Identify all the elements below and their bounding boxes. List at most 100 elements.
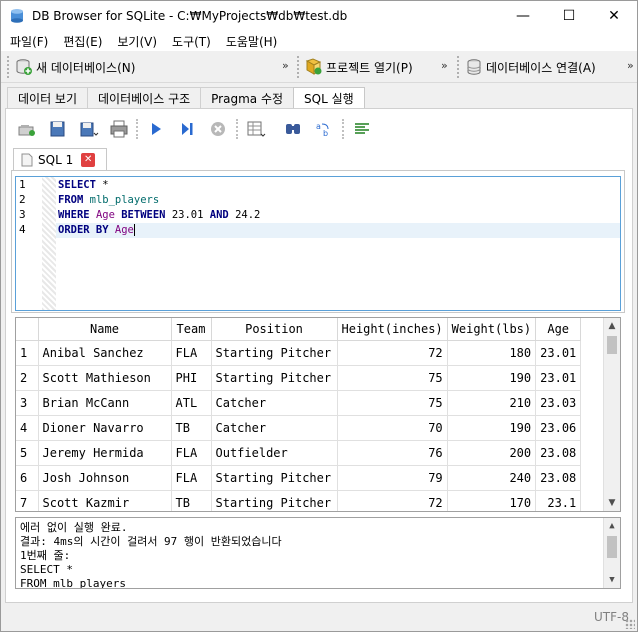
cell-name[interactable]: Brian McCann [38, 390, 172, 416]
cell-name[interactable]: Josh Johnson [38, 465, 172, 491]
resize-grip-icon[interactable] [625, 619, 635, 629]
toolbar-overflow-chevron[interactable]: » [627, 59, 634, 72]
cell-team[interactable]: PHI [171, 365, 212, 391]
cell-team[interactable]: TB [171, 490, 212, 511]
scroll-down-icon[interactable]: ▼ [604, 572, 620, 588]
results-grid[interactable]: Name Team Position Height(inches) Weight… [15, 317, 621, 512]
cell-name[interactable]: Scott Mathieson [38, 365, 172, 391]
cell-name[interactable]: Anibal Sanchez [38, 340, 172, 366]
find-text-button[interactable] [283, 119, 303, 139]
table-row[interactable]: 2 Scott Mathieson PHI Starting Pitcher 7… [16, 365, 582, 391]
close-window-button[interactable]: ✕ [591, 1, 637, 31]
open-sql-file-button[interactable] [48, 119, 68, 139]
tab-browse-data[interactable]: 데이터 보기 [7, 87, 89, 108]
cell-position[interactable]: Starting Pitcher [211, 490, 338, 511]
column-header-height[interactable]: Height(inches) [337, 318, 448, 341]
table-row[interactable]: 4 Dioner Navarro TB Catcher 70 190 23.06 [16, 415, 582, 441]
cell-age[interactable]: 23.08 [535, 465, 582, 491]
cell-weight[interactable]: 200 [447, 440, 537, 466]
cell-team[interactable]: TB [171, 415, 212, 441]
table-row[interactable]: 1 Anibal Sanchez FLA Starting Pitcher 72… [16, 340, 582, 366]
cell-position[interactable]: Catcher [211, 415, 338, 441]
cell-team[interactable]: FLA [171, 465, 212, 491]
cell-position[interactable]: Starting Pitcher [211, 340, 338, 366]
results-table: Name Team Position Height(inches) Weight… [16, 318, 582, 511]
execute-all-button[interactable] [146, 119, 166, 139]
message-scrollbar[interactable]: ▲ ▼ [603, 518, 620, 588]
menu-file[interactable]: 파일(F) [5, 31, 53, 51]
tab-edit-pragmas[interactable]: Pragma 수정 [200, 87, 295, 108]
toolbar-overflow-chevron[interactable]: » [282, 59, 289, 72]
cell-height[interactable]: 75 [337, 365, 448, 391]
cell-age[interactable]: 23.1 [535, 490, 582, 511]
execute-current-line-button[interactable] [177, 119, 197, 139]
sql-keyword: ORDER BY [58, 224, 109, 236]
cell-team[interactable]: FLA [171, 440, 212, 466]
cell-age[interactable]: 23.03 [535, 390, 582, 416]
cell-age[interactable]: 23.01 [535, 365, 582, 391]
cell-height[interactable]: 79 [337, 465, 448, 491]
cell-position[interactable]: Catcher [211, 390, 338, 416]
open-tab-button[interactable] [17, 119, 37, 139]
save-sql-file-button[interactable] [79, 119, 99, 139]
table-row[interactable]: 6 Josh Johnson FLA Starting Pitcher 79 2… [16, 465, 582, 491]
menu-edit[interactable]: 편집(E) [58, 31, 107, 51]
menu-tools[interactable]: 도구(T) [167, 31, 216, 51]
comment-lines-button[interactable] [352, 119, 372, 139]
stop-execution-button[interactable] [208, 119, 228, 139]
cell-team[interactable]: FLA [171, 340, 212, 366]
cell-height[interactable]: 70 [337, 415, 448, 441]
cell-weight[interactable]: 210 [447, 390, 537, 416]
cell-height[interactable]: 76 [337, 440, 448, 466]
scroll-down-icon[interactable]: ▼ [604, 495, 620, 511]
results-scrollbar[interactable]: ▲ ▼ [603, 318, 620, 511]
table-row[interactable]: 7 Scott Kazmir TB Starting Pitcher 72 17… [16, 490, 582, 511]
new-database-button[interactable]: 새 데이터베이스(N) [15, 55, 135, 79]
toolbar-overflow-chevron[interactable]: » [441, 59, 448, 72]
print-button[interactable] [109, 119, 129, 139]
scroll-up-icon[interactable]: ▲ [604, 318, 620, 334]
cell-weight[interactable]: 190 [447, 365, 537, 391]
execution-message-pane[interactable]: 에러 없이 실행 완료. 결과: 4ms의 시간이 걸려서 97 행이 반환되었… [15, 517, 621, 589]
tab-execute-sql[interactable]: SQL 실행 [293, 87, 365, 109]
minimize-button[interactable]: — [500, 1, 546, 31]
find-replace-button[interactable]: a b [314, 119, 334, 139]
maximize-button[interactable]: ☐ [546, 1, 592, 31]
scroll-up-icon[interactable]: ▲ [604, 518, 620, 534]
table-row[interactable]: 5 Jeremy Hermida FLA Outfielder 76 200 2… [16, 440, 582, 466]
table-row[interactable]: 3 Brian McCann ATL Catcher 75 210 23.03 [16, 390, 582, 416]
cell-position[interactable]: Starting Pitcher [211, 365, 338, 391]
cell-height[interactable]: 75 [337, 390, 448, 416]
cell-name[interactable]: Dioner Navarro [38, 415, 172, 441]
cell-name[interactable]: Scott Kazmir [38, 490, 172, 511]
cell-position[interactable]: Outfielder [211, 440, 338, 466]
scrollbar-thumb[interactable] [607, 336, 617, 354]
cell-height[interactable]: 72 [337, 490, 448, 511]
tab-database-structure[interactable]: 데이터베이스 구조 [87, 87, 202, 108]
cell-age[interactable]: 23.08 [535, 440, 582, 466]
save-results-button[interactable] [246, 119, 266, 139]
column-header-age[interactable]: Age [535, 318, 582, 341]
close-tab-icon[interactable]: ✕ [81, 152, 96, 167]
cell-weight[interactable]: 240 [447, 465, 537, 491]
column-header-position[interactable]: Position [211, 318, 338, 341]
cell-age[interactable]: 23.06 [535, 415, 582, 441]
column-header-weight[interactable]: Weight(lbs) [447, 318, 537, 341]
sql-editor-tab[interactable]: SQL 1 ✕ [13, 148, 107, 170]
cell-age[interactable]: 23.01 [535, 340, 582, 366]
column-header-team[interactable]: Team [171, 318, 212, 341]
cell-height[interactable]: 72 [337, 340, 448, 366]
column-header-name[interactable]: Name [38, 318, 172, 341]
attach-database-button[interactable]: 데이터베이스 연결(A) [465, 55, 596, 79]
cell-weight[interactable]: 170 [447, 490, 537, 511]
sql-editor[interactable]: 1 2 3 4 SELECT * FROM mlb_players WHERE … [15, 176, 621, 311]
cell-position[interactable]: Starting Pitcher [211, 465, 338, 491]
open-project-button[interactable]: 프로젝트 열기(P) [305, 55, 413, 79]
cell-team[interactable]: ATL [171, 390, 212, 416]
cell-weight[interactable]: 190 [447, 415, 537, 441]
scrollbar-thumb[interactable] [607, 536, 617, 558]
menu-view[interactable]: 보기(V) [112, 31, 162, 51]
menu-help[interactable]: 도움말(H) [221, 31, 283, 51]
cell-weight[interactable]: 180 [447, 340, 537, 366]
cell-name[interactable]: Jeremy Hermida [38, 440, 172, 466]
